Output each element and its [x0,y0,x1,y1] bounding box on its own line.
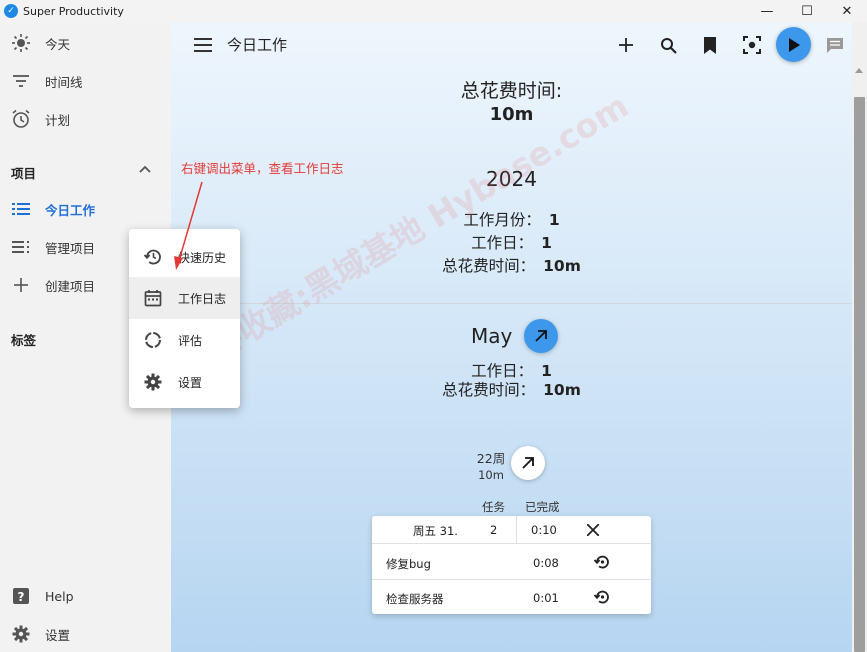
menu-icon[interactable] [194,38,212,52]
tags-heading[interactable]: 标签 [11,330,36,349]
scroll-up-arrow-icon[interactable] [855,68,863,73]
search-button[interactable] [656,33,680,57]
projects-heading[interactable]: 项目 [11,163,36,182]
annotation-text: 右键调出菜单，查看工作日志 [181,161,344,176]
menu-item-settings[interactable]: 设置 [129,361,240,403]
column-separator [516,516,517,544]
sidebar-item-settings[interactable]: 设置 [0,615,171,652]
task-name: 检查服务器 [386,592,444,606]
play-icon [788,37,800,52]
menu-item-label: 工作日志 [178,291,227,306]
export-week-circle[interactable] [511,446,545,480]
table-row[interactable]: 检查服务器 0:01 [372,580,651,615]
close-icon[interactable] [587,524,599,536]
list-icon [10,202,32,216]
maximize-button[interactable]: ☐ [787,0,827,22]
menu-item-label: 评估 [178,333,203,348]
focus-mode-button[interactable] [740,33,764,57]
page-title: 今日工作 [227,36,288,54]
svg-text:?: ? [18,590,25,604]
header-bar: 今日工作 [171,22,852,68]
annotation-arrow-icon [174,181,203,270]
sidebar-item-help[interactable]: ? Help [0,577,171,615]
sidebar-item-label: 今天 [45,36,71,52]
focus-icon [743,36,761,54]
year-stat-months: 工作月份： 1 [463,211,560,229]
total-time-label: 总花费时间: [460,80,563,102]
bookmark-icon [704,36,716,54]
sidebar-item-label: Help [45,588,74,604]
menu-item-work-log[interactable]: 工作日志 [129,277,240,319]
arrow-up-right-icon [535,330,548,342]
scrollbar-thumb[interactable] [854,97,865,652]
alarm-clock-icon [10,109,32,129]
sun-icon [10,33,32,53]
history-icon [143,247,163,267]
title-bar: ✓ Super Productivity — ☐ ✕ [0,0,867,22]
play-button[interactable] [776,27,811,62]
menu-item-label: 设置 [178,375,203,390]
manage-list-icon [10,240,32,254]
app-check-icon: ✓ [4,4,18,18]
plus-icon [10,278,32,292]
gear-icon [143,373,163,391]
progress-ring-icon [143,330,163,350]
add-icon [619,38,633,52]
export-month-button[interactable] [524,319,559,353]
day-header-row[interactable]: 周五 31. 2 0:10 [372,516,651,544]
task-name: 修复bug [386,557,431,571]
window-controls: — ☐ ✕ [747,0,867,22]
export-week-button[interactable] [511,446,545,480]
month-heading: May [471,324,513,348]
menu-item-evaluation[interactable]: 评估 [129,319,240,361]
comment-button[interactable] [823,33,847,57]
sidebar-item-plan[interactable]: 计划 [0,100,171,138]
month-row: May [471,319,559,353]
close-window-button[interactable]: ✕ [827,0,867,22]
year-stat-days: 工作日： 1 [471,234,552,252]
sidebar-item-label: 计划 [45,112,71,128]
week-label: 22周 [476,451,506,466]
task-time: 0:08 [533,556,559,570]
sidebar-item-today-work[interactable]: 今日工作 [0,190,171,228]
sidebar-item-today[interactable]: 今天 [0,24,171,62]
year-stat-total: 总花费时间： 10m [442,257,581,275]
chevron-up-icon[interactable] [138,162,152,176]
gear-icon [10,625,32,643]
sidebar-item-label: 今日工作 [45,202,96,218]
day-task-count: 2 [490,523,498,537]
day-time: 0:10 [531,523,557,537]
add-task-button[interactable] [614,33,638,57]
total-time-value: 10m [489,104,534,125]
table-row[interactable]: 修复bug 0:08 [372,545,651,580]
day-label: 周五 31. [413,524,458,538]
sidebar-item-label: 管理项目 [45,240,96,256]
restore-icon[interactable] [593,588,611,606]
column-done: 已完成 [525,500,560,514]
help-icon: ? [10,587,32,605]
week-time: 10m [478,468,504,482]
comment-icon [827,37,843,53]
vertical-scrollbar[interactable] [852,22,867,652]
sidebar-item-label: 时间线 [45,74,83,90]
sidebar-item-label: 设置 [45,627,71,643]
task-time: 0:01 [533,591,559,605]
bookmark-button[interactable] [698,33,722,57]
minimize-button[interactable]: — [747,0,787,22]
calendar-icon [143,289,163,307]
window-title: Super Productivity [23,4,124,18]
sidebar-item-label: 创建项目 [45,278,96,294]
filter-lines-icon [10,74,32,88]
arrow-up-right-icon [522,457,534,469]
restore-icon[interactable] [593,553,611,571]
day-card: 周五 31. 2 0:10 修复bug 0:08 检查服务器 0:01 [372,516,651,614]
search-icon [660,37,677,54]
column-tasks: 任务 [482,500,505,514]
sidebar-item-timeline[interactable]: 时间线 [0,62,171,100]
month-stat-total: 总花费时间： 10m [442,381,581,399]
